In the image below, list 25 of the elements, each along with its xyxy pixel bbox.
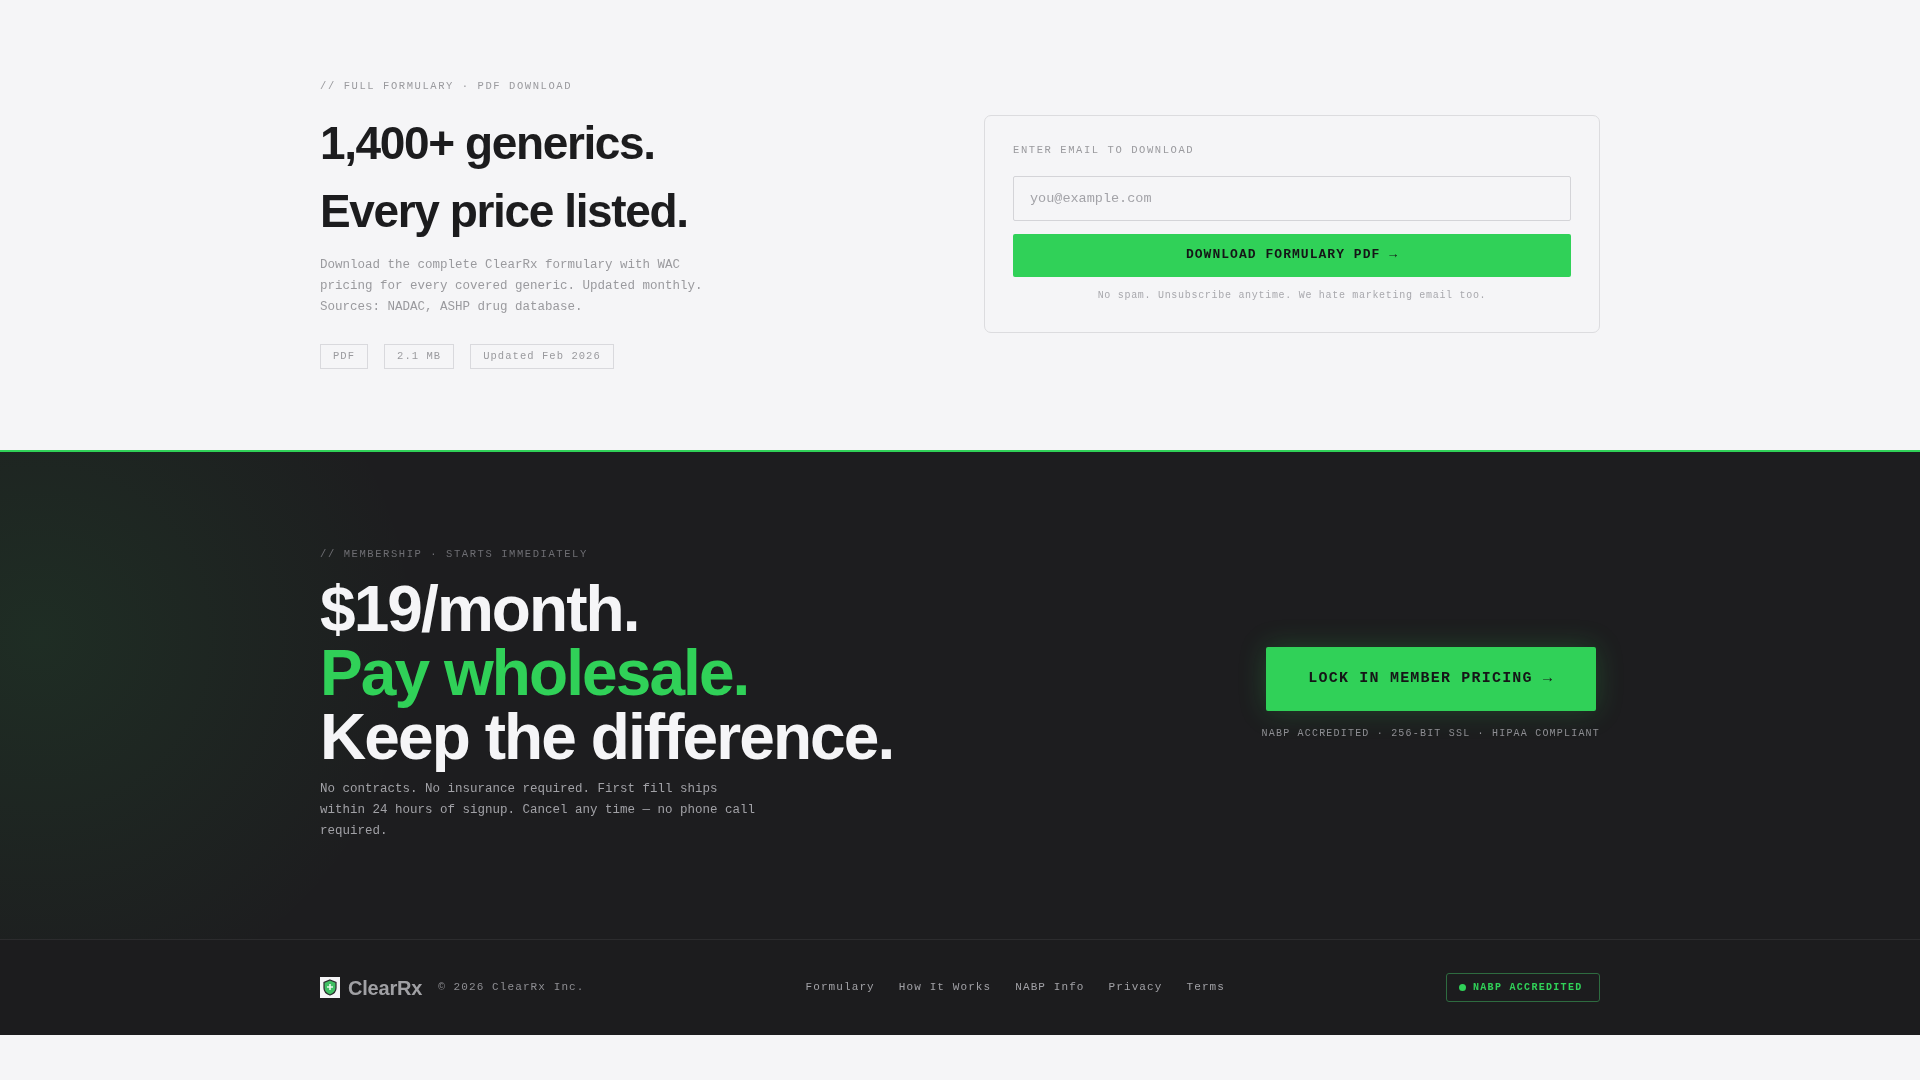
badge-label: NABP ACCREDITED [1473,981,1583,995]
footer-link[interactable]: Terms [1186,979,1225,996]
headline: Every price listed. [320,184,688,239]
footer-link[interactable]: Formulary [805,979,875,996]
headline: 1,400+ generics. [320,116,655,171]
headline: $19/month. [320,577,639,641]
download-button[interactable]: DOWNLOAD FORMULARY PDF → [1013,233,1571,277]
section-eyebrow: // FULL FORMULARY · PDF DOWNLOAD [320,79,573,94]
brand-name: ClearRx [348,975,423,1001]
copyright: © 2026 ClearRx Inc. [438,980,585,996]
footer-link[interactable]: Privacy [1108,979,1163,996]
member-pricing-button[interactable]: LOCK IN MEMBER PRICING → [1265,647,1596,711]
field-label: ENTER EMAIL TO DOWNLOAD [1013,142,1196,158]
footer-link[interactable]: NABP Info [1015,979,1085,996]
trust-line: NABP ACCREDITED · 256-BIT SSL · HIPAA COMPLIANT [1261,727,1600,741]
footer-link[interactable]: How It Works [898,979,992,996]
file-tag: 2.1 MB [384,344,455,369]
description: No contracts. No insurance required. First fill ships within 24 hours of signup. Cancel any time — no phone call required. [320,781,757,840]
email-input[interactable]: you@example.com [1013,175,1571,221]
file-tag: Updated Feb 2026 [470,344,614,369]
file-tag: PDF [320,344,369,369]
shield-logo-icon [320,977,340,998]
section-eyebrow: // MEMBERSHIP · STARTS IMMEDIATELY [320,547,588,562]
form-note: No spam. Unsubscribe anytime. We hate marketing email too. [1096,288,1488,303]
description: Download the complete ClearRx formulary with WAC pricing for every covered generic. Updated monthly. Sources: NADAC, ASHP drug database. [320,257,704,316]
